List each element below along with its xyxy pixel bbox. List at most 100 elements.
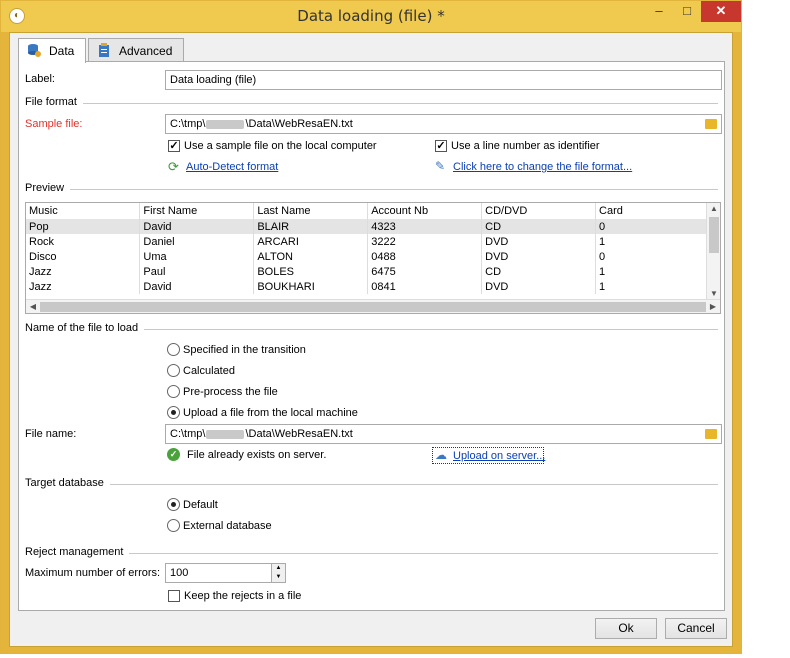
- edit-format-icon: ✎: [435, 159, 446, 173]
- scroll-thumb[interactable]: [709, 217, 719, 253]
- radio-specified[interactable]: [167, 343, 180, 356]
- radio-external-db-label: External database: [183, 520, 272, 532]
- horizontal-scrollbar[interactable]: ◀ ▶: [26, 299, 720, 313]
- dialog-window: ◐ Data loading (file) * – □ ✕ Data Advan…: [0, 0, 742, 654]
- table-row[interactable]: Jazz Paul BOLES 6475 CD 1: [26, 264, 710, 279]
- auto-detect-link[interactable]: Auto-Detect format: [186, 161, 278, 173]
- scroll-right-arrow[interactable]: ▶: [707, 302, 719, 311]
- sample-path-suffix: \Data\WebResaEN.txt: [245, 118, 353, 130]
- scroll-down-arrow[interactable]: ▼: [708, 289, 720, 298]
- stepper-up-icon[interactable]: ▲: [272, 564, 285, 573]
- file-name-input[interactable]: C:\tmp\ \Data\WebResaEN.txt: [165, 424, 722, 444]
- table-cell: ALTON: [253, 249, 369, 264]
- file-path-prefix: C:\tmp\: [170, 428, 206, 440]
- title-bar[interactable]: ◐ Data loading (file) * – □ ✕: [1, 1, 741, 32]
- table-row[interactable]: Pop David BLAIR 4323 CD 0: [26, 219, 710, 234]
- dialog-body: Data Advanced Label: Data loading (file)…: [9, 32, 733, 647]
- tab-data-label: Data: [49, 44, 75, 58]
- redacted-path: [206, 429, 245, 439]
- scroll-left-arrow[interactable]: ◀: [27, 302, 39, 311]
- radio-default-db[interactable]: [167, 498, 180, 511]
- preview-grid[interactable]: Music First Name Last Name Account Nb CD…: [25, 202, 721, 314]
- table-row[interactable]: Rock Daniel ARCARI 3222 DVD 1: [26, 234, 710, 249]
- maximize-button[interactable]: □: [674, 1, 700, 22]
- radio-external-db[interactable]: [167, 519, 180, 532]
- preview-heading: Preview: [25, 182, 71, 194]
- column-header[interactable]: First Name: [139, 203, 255, 219]
- scroll-thumb[interactable]: [40, 302, 706, 312]
- close-button[interactable]: ✕: [701, 1, 741, 22]
- table-cell: 1: [595, 279, 710, 294]
- upload-on-server-link[interactable]: Upload on server...: [453, 450, 545, 462]
- radio-calculated[interactable]: [167, 364, 180, 377]
- table-cell: DVD: [481, 279, 597, 294]
- refresh-icon: ⟳: [168, 159, 179, 174]
- ok-button[interactable]: Ok: [595, 618, 657, 639]
- cloud-upload-icon: ☁: [435, 448, 447, 462]
- table-cell: 0841: [367, 279, 483, 294]
- minimize-button[interactable]: –: [646, 1, 672, 22]
- database-icon: [27, 41, 41, 57]
- stepper-arrows[interactable]: ▲ ▼: [271, 564, 285, 582]
- label-input[interactable]: Data loading (file): [165, 70, 722, 90]
- table-row[interactable]: Jazz David BOUKHARI 0841 DVD 1: [26, 279, 710, 294]
- folder-icon[interactable]: [705, 119, 717, 129]
- column-header[interactable]: Card: [595, 203, 710, 219]
- column-header[interactable]: Account Nb: [367, 203, 483, 219]
- table-cell: BOUKHARI: [253, 279, 369, 294]
- max-errors-stepper[interactable]: 100 ▲ ▼: [165, 563, 286, 583]
- tab-data[interactable]: Data: [18, 38, 86, 63]
- use-line-number-checkbox[interactable]: ✓: [435, 140, 447, 152]
- max-errors-label: Maximum number of errors:: [25, 567, 161, 579]
- column-header[interactable]: Music: [26, 203, 141, 219]
- radio-preprocess-label: Pre-process the file: [183, 386, 278, 398]
- stepper-down-icon[interactable]: ▼: [272, 573, 285, 582]
- target-db-heading: Target database: [25, 477, 110, 489]
- vertical-scrollbar[interactable]: ▲ ▼: [706, 203, 720, 299]
- sample-file-input[interactable]: C:\tmp\ \Data\WebResaEN.txt: [165, 114, 722, 134]
- reject-heading: Reject management: [25, 546, 130, 558]
- preview-section: Preview: [25, 182, 718, 196]
- redacted-path: [206, 119, 245, 129]
- table-cell: 0488: [367, 249, 483, 264]
- check-circle-icon: ✓: [167, 448, 180, 461]
- table-cell: DVD: [481, 249, 597, 264]
- use-line-number-label: Use a line number as identifier: [451, 140, 600, 152]
- table-cell: 4323: [367, 219, 483, 234]
- table-cell: CD: [481, 219, 597, 234]
- use-sample-label: Use a sample file on the local computer: [184, 140, 377, 152]
- table-cell: BLAIR: [253, 219, 369, 234]
- column-header[interactable]: Last Name: [253, 203, 369, 219]
- radio-preprocess[interactable]: [167, 385, 180, 398]
- table-cell: Jazz: [26, 264, 141, 279]
- window-title: Data loading (file) *: [297, 7, 445, 25]
- label-caption: Label:: [25, 73, 55, 85]
- table-cell: David: [139, 279, 255, 294]
- table-cell: 0: [595, 249, 710, 264]
- change-format-link[interactable]: Click here to change the file format...: [453, 161, 632, 173]
- radio-specified-label: Specified in the transition: [183, 344, 306, 356]
- table-cell: CD: [481, 264, 597, 279]
- column-header[interactable]: CD/DVD: [481, 203, 597, 219]
- table-cell: 3222: [367, 234, 483, 249]
- target-db-section: Target database: [25, 477, 718, 491]
- use-sample-checkbox[interactable]: ✓: [168, 140, 180, 152]
- tab-panel-data: Label: Data loading (file) File format S…: [18, 61, 725, 611]
- scroll-up-arrow[interactable]: ▲: [708, 204, 720, 213]
- folder-icon[interactable]: [705, 429, 717, 439]
- table-cell: 1: [595, 234, 710, 249]
- radio-upload-local[interactable]: [167, 406, 180, 419]
- tab-advanced[interactable]: Advanced: [88, 38, 184, 62]
- file-format-heading: File format: [25, 96, 83, 108]
- cancel-button[interactable]: Cancel: [665, 618, 727, 639]
- reject-section: Reject management: [25, 546, 718, 560]
- table-row[interactable]: Disco Uma ALTON 0488 DVD 0: [26, 249, 710, 264]
- radio-upload-local-label: Upload a file from the local machine: [183, 407, 358, 419]
- tab-advanced-label: Advanced: [119, 44, 173, 58]
- clipboard-icon: [97, 41, 111, 57]
- keep-rejects-checkbox[interactable]: [168, 590, 180, 602]
- file-exists-message: File already exists on server.: [187, 449, 327, 461]
- table-cell: Pop: [26, 219, 141, 234]
- table-cell: Paul: [139, 264, 255, 279]
- table-cell: Daniel: [139, 234, 255, 249]
